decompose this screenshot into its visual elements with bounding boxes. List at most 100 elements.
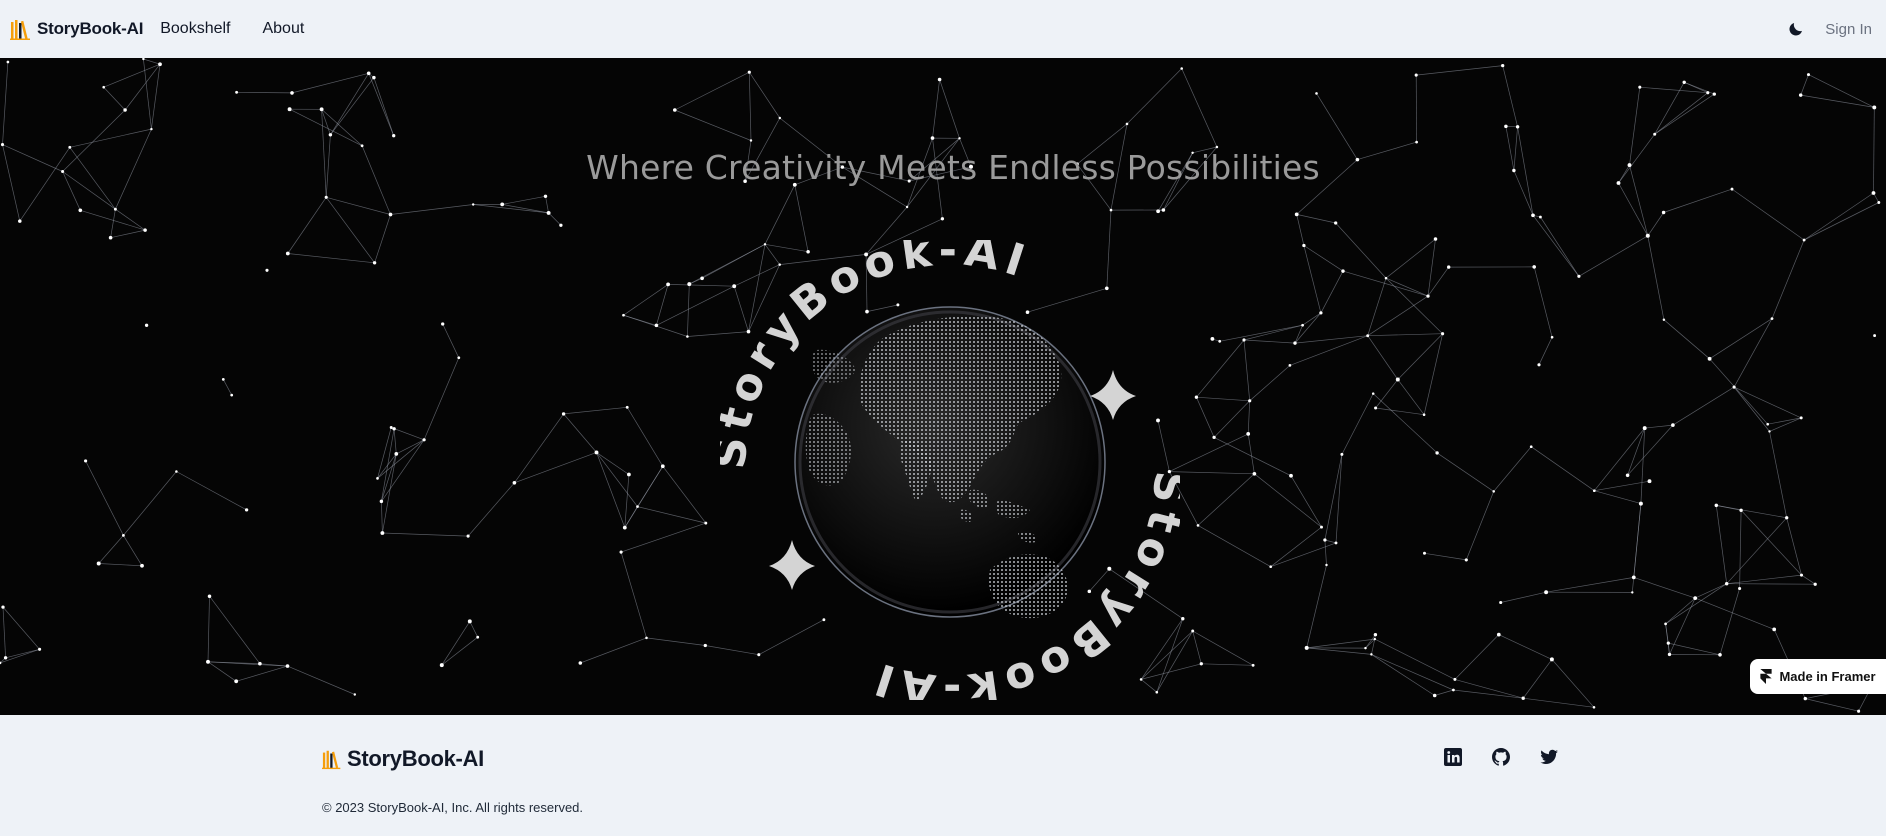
star-point [466, 534, 470, 538]
star-point [1521, 696, 1525, 700]
star-point [1877, 201, 1881, 204]
star-point [1706, 91, 1710, 95]
star-point [1718, 653, 1722, 657]
star-point [235, 90, 239, 94]
footer-brand[interactable]: StoryBook-AI [322, 746, 484, 772]
star-point [1210, 337, 1215, 341]
constellation-line [5, 648, 40, 659]
star-point [1447, 265, 1451, 269]
github-link[interactable] [1491, 747, 1513, 769]
constellation-line [1371, 639, 1376, 655]
constellation-line [110, 209, 116, 238]
moon-icon[interactable] [1787, 20, 1805, 38]
brand-name: StoryBook-AI [37, 19, 144, 38]
constellation-line [1169, 433, 1249, 472]
constellation-line [1290, 475, 1322, 528]
star-point [1544, 590, 1549, 595]
constellation-line [2, 61, 9, 145]
constellation-line [1126, 68, 1182, 125]
constellation-line [1306, 647, 1372, 655]
star-point [636, 505, 639, 508]
star-point [937, 77, 942, 82]
constellation-line [749, 72, 781, 119]
star-point [1435, 451, 1439, 455]
star-point [1671, 423, 1675, 427]
constellation-line [1808, 74, 1875, 108]
constellation-line [469, 621, 479, 638]
constellation-line [623, 314, 657, 326]
star-point [1661, 210, 1666, 215]
star-point [1739, 508, 1743, 512]
constellation-line [1533, 266, 1553, 338]
constellation-line [1771, 239, 1805, 319]
nav-link-bookshelf[interactable]: Bookshelf [160, 20, 230, 38]
constellation-line [1647, 235, 1665, 320]
constellation-line [1709, 358, 1768, 425]
constellation-line [123, 471, 177, 536]
constellation-line [377, 439, 425, 479]
twitter-link[interactable] [1539, 747, 1561, 769]
brand-logo-link[interactable]: StoryBook-AI [10, 18, 143, 40]
nav-link-about[interactable]: About [262, 20, 304, 38]
constellation-line [1324, 539, 1337, 544]
constellation-line [0, 648, 40, 664]
star-point [594, 450, 599, 455]
star-point [1212, 435, 1216, 440]
constellation-line [396, 439, 425, 455]
copyright-text: © 2023 StoryBook-AI, Inc. All rights res… [322, 800, 584, 815]
star-point [1288, 364, 1292, 367]
star-point [1161, 208, 1166, 212]
constellation-line [1243, 339, 1296, 344]
constellation-line [1663, 319, 1710, 360]
constellation-line [1665, 597, 1696, 625]
linkedin-link[interactable] [1443, 747, 1465, 769]
constellation-line [1532, 215, 1580, 277]
star-point [1766, 422, 1769, 426]
constellation-line [2, 607, 6, 658]
constellation-line [1454, 634, 1500, 680]
constellation-line [1498, 634, 1553, 660]
constellation-line [382, 453, 397, 534]
star-point [686, 335, 689, 338]
star-point [673, 108, 677, 112]
constellation-line [222, 379, 233, 396]
constellation-line [1530, 446, 1595, 491]
star-point [1293, 341, 1297, 345]
star-point [1289, 473, 1293, 478]
constellation-line [1249, 365, 1291, 402]
star-point [1414, 73, 1418, 77]
star-point [388, 212, 393, 217]
constellation-line [1668, 642, 1721, 656]
constellation-line [1372, 393, 1438, 454]
constellation-line [291, 72, 369, 94]
sign-in-button[interactable]: Sign In [1825, 21, 1872, 38]
constellation-line [764, 184, 796, 245]
constellation-line [441, 636, 478, 666]
constellation-line [1654, 93, 1715, 135]
star-point [1109, 208, 1113, 212]
star-point [96, 561, 101, 566]
constellation-line [1254, 473, 1322, 528]
star-point [1647, 479, 1652, 484]
constellation-line [1243, 339, 1251, 401]
star-point [113, 207, 117, 211]
star-point [578, 661, 583, 665]
star-point [1218, 339, 1222, 343]
star-point [1532, 265, 1536, 269]
constellation-line [1423, 333, 1443, 415]
constellation-line [2, 606, 40, 650]
star-point [1315, 92, 1318, 95]
star-point [376, 477, 379, 480]
constellation-line [330, 77, 375, 136]
star-point [392, 134, 396, 138]
hero-section: Where Creativity Meets Endless Possibili… [0, 58, 1886, 715]
navbar: StoryBook-AI Bookshelf About Sign In [0, 0, 1886, 58]
star-point [285, 251, 290, 256]
made-in-framer-badge[interactable]: Made in Framer [1750, 659, 1886, 694]
star-point [1302, 243, 1306, 248]
constellation-line [423, 357, 460, 440]
star-point [1432, 693, 1437, 698]
star-point [380, 531, 385, 535]
constellation-line [1306, 638, 1375, 649]
star-point [3, 656, 8, 660]
